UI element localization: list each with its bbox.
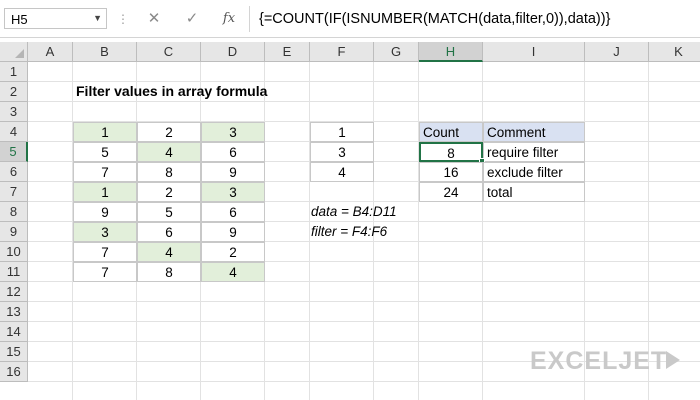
filter-cell[interactable]: 3 — [310, 142, 374, 162]
page-title[interactable]: Filter values in array formula — [73, 82, 310, 102]
cancel-icon[interactable]: ✕ — [143, 8, 165, 30]
gridline-horizontal — [28, 301, 700, 302]
row-header-14[interactable]: 14 — [0, 322, 28, 342]
summary-count-cell[interactable]: 16 — [419, 162, 483, 182]
column-header-i[interactable]: I — [483, 42, 585, 62]
data-cell[interactable]: 9 — [201, 222, 265, 242]
data-cell[interactable]: 9 — [201, 162, 265, 182]
chevron-down-icon[interactable]: ▼ — [93, 13, 102, 23]
name-box-value: H5 — [11, 12, 28, 27]
summary-comment-cell[interactable]: require filter — [483, 142, 585, 162]
named-range-note-data[interactable]: data = B4:D11 — [308, 202, 417, 222]
exceljet-logo: EXCELJET — [530, 346, 690, 375]
data-cell[interactable]: 2 — [201, 242, 265, 262]
row-header-4[interactable]: 4 — [0, 122, 28, 142]
named-range-note-filter[interactable]: filter = F4:F6 — [308, 222, 417, 242]
gridline-horizontal — [28, 321, 700, 322]
summary-comment-cell[interactable]: total — [483, 182, 585, 202]
data-cell[interactable]: 6 — [201, 142, 265, 162]
column-header-e[interactable]: E — [265, 42, 310, 62]
data-cell[interactable]: 2 — [137, 182, 201, 202]
row-header-1[interactable]: 1 — [0, 62, 28, 82]
exceljet-logo-mark: EXCELJET — [530, 347, 680, 375]
data-cell[interactable]: 3 — [201, 182, 265, 202]
formula-bar: H5 ▼ ⋮ ✕ ✓ fx {=COUNT(IF(ISNUMBER(MATCH(… — [0, 0, 700, 38]
filter-cell[interactable]: 4 — [310, 162, 374, 182]
column-header-c[interactable]: C — [137, 42, 201, 62]
row-header-12[interactable]: 12 — [0, 282, 28, 302]
row-header-2[interactable]: 2 — [0, 82, 28, 102]
column-header-d[interactable]: D — [201, 42, 265, 62]
row-header-13[interactable]: 13 — [0, 302, 28, 322]
selected-cell[interactable]: 8 — [419, 142, 483, 162]
select-all-icon — [15, 49, 24, 58]
data-cell[interactable]: 5 — [137, 202, 201, 222]
data-cell[interactable]: 8 — [137, 162, 201, 182]
summary-count-cell[interactable]: 24 — [419, 182, 483, 202]
column-header-k[interactable]: K — [649, 42, 700, 62]
select-all-corner[interactable] — [0, 42, 28, 62]
gridline-vertical — [418, 62, 419, 400]
gridline-horizontal — [28, 341, 700, 342]
row-header-9[interactable]: 9 — [0, 222, 28, 242]
row-header-8[interactable]: 8 — [0, 202, 28, 222]
data-cell[interactable]: 1 — [73, 182, 137, 202]
data-cell[interactable]: 7 — [73, 162, 137, 182]
data-cell[interactable]: 6 — [201, 202, 265, 222]
gridline-vertical — [482, 62, 483, 400]
row-header-6[interactable]: 6 — [0, 162, 28, 182]
data-cell[interactable]: 7 — [73, 242, 137, 262]
insert-function-icon[interactable]: fx — [218, 8, 240, 30]
data-cell[interactable]: 2 — [137, 122, 201, 142]
data-cell[interactable]: 4 — [137, 242, 201, 262]
data-cell[interactable]: 9 — [73, 202, 137, 222]
formula-input[interactable]: {=COUNT(IF(ISNUMBER(MATCH(data,filter,0)… — [249, 6, 700, 32]
data-cell[interactable]: 8 — [137, 262, 201, 282]
logo-text: EXCELJET — [530, 347, 667, 374]
column-header-a[interactable]: A — [28, 42, 73, 62]
row-header-15[interactable]: 15 — [0, 342, 28, 362]
column-header-h[interactable]: H — [419, 42, 483, 62]
column-header-j[interactable]: J — [585, 42, 649, 62]
data-cell[interactable]: 3 — [201, 122, 265, 142]
data-cell[interactable]: 3 — [73, 222, 137, 242]
row-header-5[interactable]: 5 — [0, 142, 28, 162]
row-header-7[interactable]: 7 — [0, 182, 28, 202]
gridline-horizontal — [28, 381, 700, 382]
data-cell[interactable]: 4 — [137, 142, 201, 162]
row-header-16[interactable]: 16 — [0, 362, 28, 382]
name-box[interactable]: H5 ▼ — [4, 8, 107, 29]
data-cell[interactable]: 4 — [201, 262, 265, 282]
data-cell[interactable]: 7 — [73, 262, 137, 282]
logo-arrow-icon — [666, 351, 680, 369]
row-header-3[interactable]: 3 — [0, 102, 28, 122]
row-header-10[interactable]: 10 — [0, 242, 28, 262]
summary-header-comment[interactable]: Comment — [483, 122, 585, 142]
column-header-g[interactable]: G — [374, 42, 419, 62]
data-cell[interactable]: 6 — [137, 222, 201, 242]
summary-comment-cell[interactable]: exclude filter — [483, 162, 585, 182]
column-header-f[interactable]: F — [310, 42, 374, 62]
enter-icon[interactable]: ✓ — [181, 8, 203, 30]
summary-header-count[interactable]: Count — [419, 122, 483, 142]
formula-bar-separator: ⋮ — [117, 12, 129, 26]
column-header-b[interactable]: B — [73, 42, 137, 62]
row-header-11[interactable]: 11 — [0, 262, 28, 282]
filter-cell[interactable]: 1 — [310, 122, 374, 142]
data-cell[interactable]: 5 — [73, 142, 137, 162]
data-cell[interactable]: 1 — [73, 122, 137, 142]
